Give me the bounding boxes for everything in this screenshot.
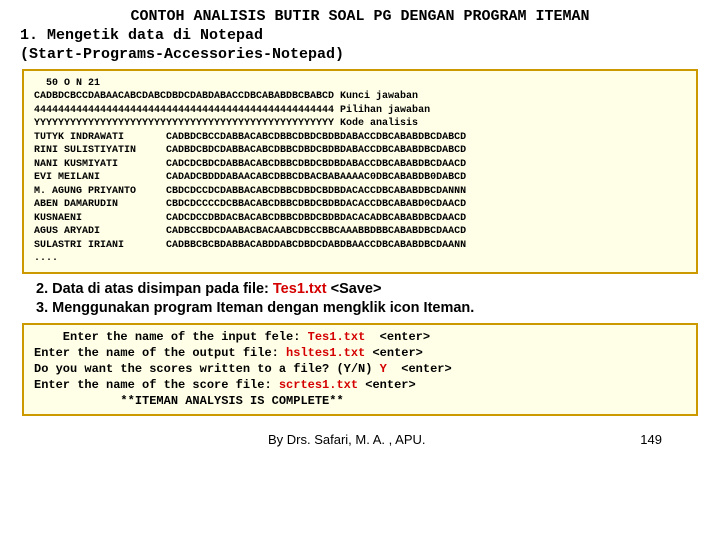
step1: 1. Mengetik data di Notepad (Start-Progr… [18,27,702,65]
db-l06: RINI SULISTIYATIN CADBDCBDCDABBACABCDBBC… [34,145,466,156]
eb-l4c: <enter> [358,378,416,392]
step3: 3. Menggunakan program Iteman dengan men… [36,300,474,316]
db-l03: 4444444444444444444444444444444444444444… [34,105,430,116]
db-l08: EVI MEILANI CADADCBDDDABAACABCDBBCDBACBA… [34,172,466,183]
step2-post: <Save> [327,281,382,297]
db-l13: SULASTRI IRIANI CADBBCBCBDABBACABDDABCDB… [34,240,466,251]
db-l10: ABEN DAMARUDIN CBDCDCCCCDCBBACABCDBBCDBD… [34,199,466,210]
eb-l3a: Do you want the scores written to a file… [34,362,380,376]
step2: 2. Data di atas disimpan pada file: Tes1… [36,280,694,319]
step2-file: Tes1.txt [273,281,327,297]
db-l01: 50 O N 21 [34,78,100,89]
eb-l4b: scrtes1.txt [279,378,358,392]
eb-l2b: hsltes1.txt [286,346,365,360]
footer-author: By Drs. Safari, M. A. , APU. [268,432,426,447]
page-title: CONTOH ANALISIS BUTIR SOAL PG DENGAN PRO… [18,8,702,25]
db-l12: AGUS ARYADI CADBCCBDCDAABACBACAABCDBCCBB… [34,226,466,237]
step1-line2: (Start-Programs-Accessories-Notepad) [20,46,344,63]
db-l05: TUTYK INDRAWATI CADBDCBCCDABBACABCDBBCDB… [34,132,466,143]
footer-page: 149 [640,432,662,447]
eb-l2c: <enter> [365,346,423,360]
eb-l5: **ITEMAN ANALYSIS IS COMPLETE** [34,394,344,408]
enter-box: Enter the name of the input fele: Tes1.t… [22,323,698,416]
db-l11: KUSNAENI CADCDCCDBDACBACABCDBBCDBDCBDBDA… [34,213,466,224]
eb-l1c: <enter> [365,330,430,344]
step2-pre: 2. Data di atas disimpan pada file: [36,281,273,297]
eb-l3b: Y [380,362,387,376]
db-l09: M. AGUNG PRIYANTO CBDCDCCDCDABBACABCDBBC… [34,186,466,197]
eb-l2a: Enter the name of the output file: [34,346,286,360]
step1-line1: 1. Mengetik data di Notepad [20,27,263,44]
footer: By Drs. Safari, M. A. , APU. 149 [18,432,702,447]
db-l07: NANI KUSMIYATI CADCDCBDCDABBACABCDBBCDBD… [34,159,466,170]
db-l04: YYYYYYYYYYYYYYYYYYYYYYYYYYYYYYYYYYYYYYYY… [34,118,418,129]
db-l14: .... [34,253,58,264]
data-box: 50 O N 21 CADBDCBCCDABAACABCDABCDBDCDABD… [22,69,698,274]
eb-l1a: Enter the name of the input fele: [34,330,308,344]
eb-l3c: <enter> [387,362,452,376]
db-l02: CADBDCBCCDABAACABCDABCDBDCDABDABACCDBCAB… [34,91,418,102]
eb-l4a: Enter the name of the score file: [34,378,279,392]
eb-l1b: Tes1.txt [308,330,366,344]
